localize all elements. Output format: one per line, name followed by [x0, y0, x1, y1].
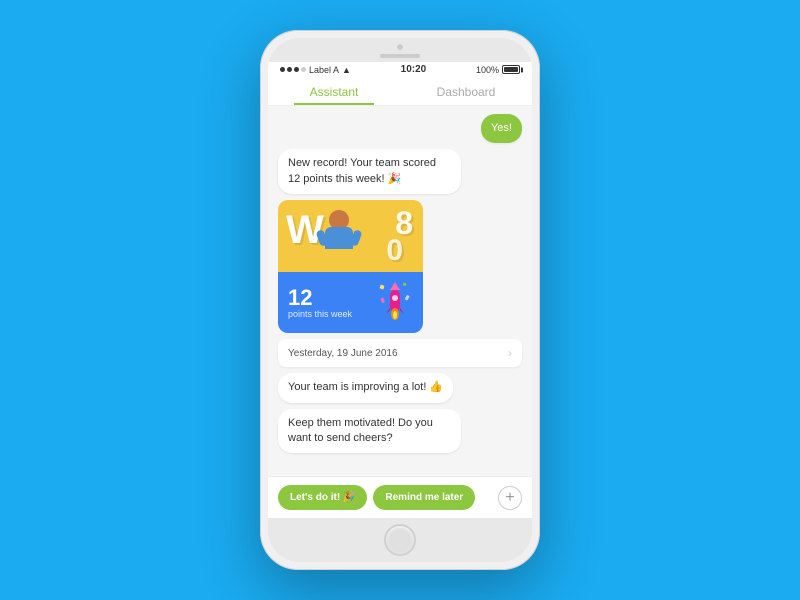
home-button[interactable] — [384, 524, 416, 556]
points-card: 12 points this week — [278, 272, 423, 333]
signal-icon — [280, 67, 306, 72]
battery-label: 100% — [476, 65, 499, 75]
battery-icon — [502, 65, 520, 74]
phone-screen: Label A ▲ 10:20 100% Assistant Dashboard — [268, 38, 532, 562]
speaker — [380, 54, 420, 58]
status-bar: Label A ▲ 10:20 100% — [268, 62, 532, 77]
confetti-icon — [378, 280, 413, 325]
home-button-area — [268, 518, 532, 562]
camera-dot — [397, 44, 403, 50]
chevron-right-icon: › — [508, 346, 512, 360]
character-figure — [320, 210, 358, 262]
status-left: Label A ▲ — [280, 65, 351, 75]
date-text: Yesterday, 19 June 2016 — [288, 348, 398, 359]
phone-top — [268, 38, 532, 62]
illustration-card: W 8 0 12 points this week — [278, 200, 423, 333]
message-record: New record! Your team scored 12 points t… — [278, 149, 461, 194]
status-right: 100% — [476, 65, 520, 75]
remind-me-later-button[interactable]: Remind me later — [373, 485, 475, 510]
illustration-graphic: W 8 0 — [278, 200, 423, 272]
deco-letter-0: 0 — [386, 234, 403, 268]
add-button[interactable]: + — [498, 486, 522, 510]
date-row[interactable]: Yesterday, 19 June 2016 › — [278, 339, 522, 367]
status-time: 10:20 — [401, 64, 427, 75]
action-bar: Let's do it! 🎉 Remind me later + — [268, 476, 532, 518]
lets-do-it-button[interactable]: Let's do it! 🎉 — [278, 485, 367, 510]
tab-bar: Assistant Dashboard — [268, 77, 532, 106]
wifi-icon: ▲ — [342, 65, 351, 75]
message-yes: Yes! — [481, 114, 522, 143]
points-info: 12 points this week — [288, 287, 352, 319]
chat-area[interactable]: Yes! New record! Your team scored 12 poi… — [268, 106, 532, 476]
message-improving: Your team is improving a lot! 👍 — [278, 373, 453, 402]
carrier-label: Label A — [309, 65, 339, 75]
points-label: points this week — [288, 309, 352, 319]
char-body — [325, 227, 353, 249]
message-cheers: Keep them motivated! Do you want to send… — [278, 409, 461, 454]
tab-dashboard[interactable]: Dashboard — [400, 77, 532, 105]
points-number: 12 — [288, 287, 352, 309]
tab-assistant[interactable]: Assistant — [268, 77, 400, 105]
phone-frame: Label A ▲ 10:20 100% Assistant Dashboard — [260, 30, 540, 570]
